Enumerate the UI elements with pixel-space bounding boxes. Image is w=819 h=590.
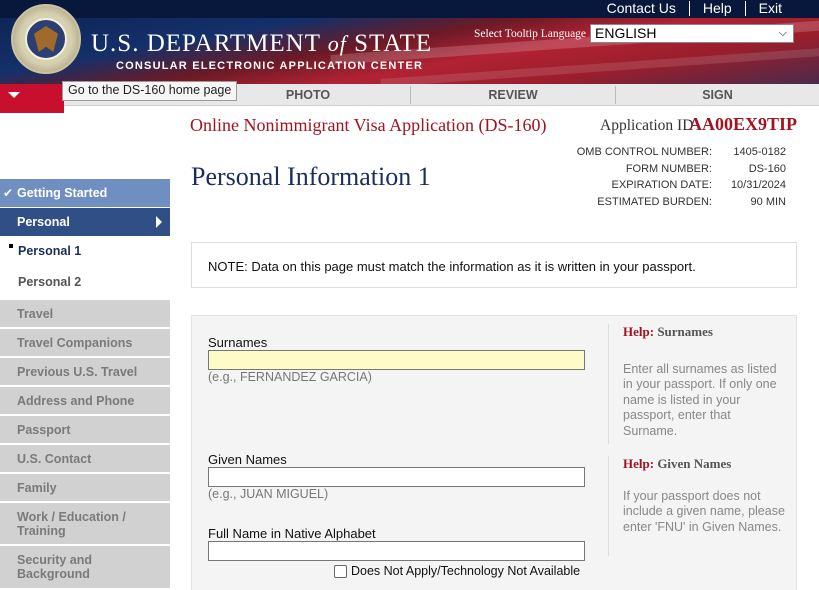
- tab-sign[interactable]: SIGN: [616, 86, 819, 104]
- top-links: Contact Us Help Exit: [594, 1, 795, 16]
- language-selected-value: ENGLISH: [595, 25, 657, 41]
- sidebar-item-label: Travel Companions: [17, 335, 133, 350]
- header-banner: U.S. DEPARTMENT of STATE CONSULAR ELECTR…: [0, 0, 819, 84]
- help-link[interactable]: Help: [688, 1, 745, 16]
- omb-key: OMB CONTROL NUMBER:: [576, 146, 712, 158]
- sidebar-item-personal-1[interactable]: Personal 1: [0, 238, 170, 264]
- help-surnames: Help: Surnames Enter all surnames as lis…: [608, 324, 798, 444]
- seal-center: [25, 18, 67, 60]
- surnames-example: (e.g., FERNANDEZ GARCIA): [208, 370, 372, 384]
- application-id-value: AA00EX9TIP: [689, 114, 798, 134]
- omb-value: 10/31/2024: [730, 179, 786, 192]
- omb-key: EXPIRATION DATE:: [611, 179, 712, 192]
- sidebar-item-travel-companions: Travel Companions: [0, 329, 170, 358]
- sidebar-item-personal-2[interactable]: Personal 2: [0, 269, 170, 295]
- native-name-label: Full Name in Native Alphabet: [208, 526, 376, 541]
- does-not-apply-label: Does Not Apply/Technology Not Available: [351, 564, 581, 578]
- sidebar-item-label: Address and Phone: [17, 393, 135, 408]
- help-title: Help: Given Names: [623, 456, 732, 471]
- ds160-page: U.S. DEPARTMENT of STATE CONSULAR ELECTR…: [0, 0, 819, 590]
- sidebar-item-family: Family: [0, 474, 170, 503]
- triangle-right-icon: [156, 216, 162, 228]
- omb-row: ESTIMATED BURDEN: 90 MIN: [560, 194, 786, 211]
- sidebar-item-getting-started[interactable]: ✔ Getting Started: [0, 179, 170, 207]
- given-names-label: Given Names: [208, 452, 287, 467]
- sidebar-item-label: Security and Background: [17, 553, 93, 581]
- arrow-down-icon: [8, 92, 20, 98]
- omb-value: 90 MIN: [750, 195, 786, 208]
- given-names-example: (e.g., JUAN MIGUEL): [208, 487, 329, 501]
- sidebar-item-label: Personal 2: [18, 275, 82, 289]
- application-title: Online Nonimmigrant Visa Application (DS…: [190, 115, 547, 135]
- sidebar-item-previous-us-travel: Previous U.S. Travel: [0, 358, 170, 387]
- omb-row: FORM NUMBER: DS-160: [560, 161, 786, 178]
- omb-row: OMB CONTROL NUMBER: 1405-0182: [560, 144, 786, 161]
- home-tooltip: Go to the DS-160 home page: [62, 81, 238, 101]
- sidebar-item-travel: Travel: [0, 300, 170, 329]
- sidebar-item-label: Family: [17, 480, 57, 495]
- given-names-input[interactable]: [208, 467, 585, 487]
- sidebar-item-work-education: Work / Education / Training: [0, 503, 170, 546]
- sidebar-item-label: Work / Education / Training: [17, 509, 126, 538]
- omb-row: EXPIRATION DATE: 10/31/2024: [560, 177, 786, 194]
- sidebar-item-label: Previous U.S. Travel: [17, 364, 138, 379]
- help-title: Help: Surnames: [623, 324, 713, 339]
- chevron-down-icon: ⌵: [778, 27, 787, 39]
- department-title: U.S. DEPARTMENT of STATE: [91, 30, 433, 57]
- help-given-names: Help: Given Names If your passport does …: [608, 456, 798, 556]
- sidebar-item-label: Travel: [17, 306, 54, 321]
- sidebar-item-label: Passport: [17, 422, 71, 437]
- checkmark-icon: ✔: [3, 186, 14, 200]
- surnames-label: Surnames: [208, 335, 268, 350]
- home-button[interactable]: [0, 84, 64, 113]
- department-subtitle: CONSULAR ELECTRONIC APPLICATION CENTER: [116, 60, 424, 72]
- sidebar-item-personal[interactable]: Personal: [0, 208, 170, 236]
- omb-key: ESTIMATED BURDEN:: [597, 195, 712, 208]
- sidebar-item-address-phone: Address and Phone: [0, 387, 170, 416]
- sidebar-item-label: Getting Started: [17, 186, 108, 200]
- does-not-apply-checkbox[interactable]: [334, 564, 347, 578]
- tab-review[interactable]: REVIEW: [411, 86, 615, 104]
- sidebar-item-label: Personal: [17, 215, 70, 229]
- page-title: Personal Information 1: [191, 162, 431, 191]
- help-text: Enter all surnames as listed in your pas…: [623, 362, 777, 438]
- language-select[interactable]: ENGLISH ⌵: [590, 24, 794, 43]
- exit-link[interactable]: Exit: [744, 1, 795, 16]
- sidebar-item-us-contact: U.S. Contact: [0, 445, 170, 474]
- omb-value: DS-160: [748, 162, 786, 175]
- contact-us-link[interactable]: Contact Us: [594, 1, 689, 16]
- tooltip-language-label: Select Tooltip Language: [474, 28, 587, 40]
- omb-value: 1405-0182: [733, 146, 786, 158]
- omb-key: FORM NUMBER:: [625, 162, 712, 175]
- native-name-input[interactable]: [208, 541, 585, 561]
- eagle-icon: [34, 26, 58, 52]
- help-text: If your passport does not include a give…: [623, 489, 785, 534]
- passport-note: NOTE: Data on this page must match the i…: [191, 242, 797, 288]
- sidebar-item-security-background: Security and Background: [0, 546, 170, 590]
- state-department-seal-icon: [11, 4, 81, 74]
- surnames-input[interactable]: [208, 350, 585, 370]
- sidebar-item-label: U.S. Contact: [17, 451, 92, 466]
- sidebar-item-passport: Passport: [0, 416, 170, 445]
- omb-info: OMB CONTROL NUMBER: 1405-0182 FORM NUMBER…: [560, 144, 786, 210]
- current-marker-icon: [9, 244, 13, 248]
- does-not-apply-row: Does Not Apply/Technology Not Available: [334, 564, 580, 578]
- sidebar-item-label: Personal 1: [18, 244, 82, 258]
- application-id-label: Application ID: [600, 117, 694, 134]
